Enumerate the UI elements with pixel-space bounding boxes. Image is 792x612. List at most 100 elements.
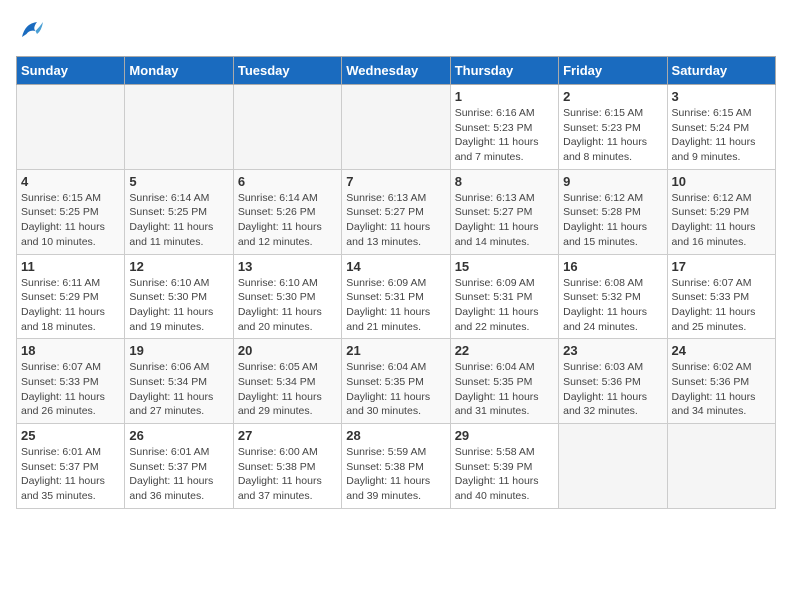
day-cell [17, 85, 125, 170]
week-row-3: 11 Sunrise: 6:11 AM Sunset: 5:29 PM Dayli… [17, 254, 776, 339]
day-number: 5 [129, 174, 228, 189]
day-info: Sunrise: 6:15 AM Sunset: 5:24 PM Dayligh… [672, 106, 771, 165]
day-info: Sunrise: 6:01 AM Sunset: 5:37 PM Dayligh… [21, 445, 120, 504]
day-info: Sunrise: 6:04 AM Sunset: 5:35 PM Dayligh… [346, 360, 445, 419]
day-info: Sunrise: 6:09 AM Sunset: 5:31 PM Dayligh… [455, 276, 554, 335]
day-info: Sunrise: 6:11 AM Sunset: 5:29 PM Dayligh… [21, 276, 120, 335]
logo-icon [16, 16, 46, 46]
day-number: 14 [346, 259, 445, 274]
day-cell: 19 Sunrise: 6:06 AM Sunset: 5:34 PM Dayli… [125, 339, 233, 424]
day-info: Sunrise: 5:58 AM Sunset: 5:39 PM Dayligh… [455, 445, 554, 504]
day-number: 7 [346, 174, 445, 189]
header-cell-tuesday: Tuesday [233, 57, 341, 85]
day-number: 21 [346, 343, 445, 358]
week-row-2: 4 Sunrise: 6:15 AM Sunset: 5:25 PM Daylig… [17, 169, 776, 254]
day-number: 6 [238, 174, 337, 189]
day-cell: 11 Sunrise: 6:11 AM Sunset: 5:29 PM Dayli… [17, 254, 125, 339]
day-cell: 15 Sunrise: 6:09 AM Sunset: 5:31 PM Dayli… [450, 254, 558, 339]
day-number: 29 [455, 428, 554, 443]
day-number: 17 [672, 259, 771, 274]
day-info: Sunrise: 6:02 AM Sunset: 5:36 PM Dayligh… [672, 360, 771, 419]
day-cell: 23Sunrise: 6:03 AM Sunset: 5:36 PM Dayli… [559, 339, 667, 424]
day-number: 19 [129, 343, 228, 358]
day-info: Sunrise: 6:13 AM Sunset: 5:27 PM Dayligh… [455, 191, 554, 250]
header-cell-thursday: Thursday [450, 57, 558, 85]
day-number: 2 [563, 89, 662, 104]
day-cell [233, 85, 341, 170]
day-info: Sunrise: 6:06 AM Sunset: 5:34 PM Dayligh… [129, 360, 228, 419]
day-info: Sunrise: 5:59 AM Sunset: 5:38 PM Dayligh… [346, 445, 445, 504]
day-cell: 20 Sunrise: 6:05 AM Sunset: 5:34 PM Dayli… [233, 339, 341, 424]
day-number: 27 [238, 428, 337, 443]
day-info: Sunrise: 6:14 AM Sunset: 5:25 PM Dayligh… [129, 191, 228, 250]
calendar-body: 1 Sunrise: 6:16 AM Sunset: 5:23 PM Daylig… [17, 85, 776, 509]
day-cell: 17 Sunrise: 6:07 AM Sunset: 5:33 PM Dayli… [667, 254, 775, 339]
day-info: Sunrise: 6:08 AM Sunset: 5:32 PM Dayligh… [563, 276, 662, 335]
day-cell [559, 424, 667, 509]
day-cell: 18 Sunrise: 6:07 AM Sunset: 5:33 PM Dayli… [17, 339, 125, 424]
day-info: Sunrise: 6:10 AM Sunset: 5:30 PM Dayligh… [238, 276, 337, 335]
day-cell: 21 Sunrise: 6:04 AM Sunset: 5:35 PM Dayli… [342, 339, 450, 424]
day-cell: 16 Sunrise: 6:08 AM Sunset: 5:32 PM Dayli… [559, 254, 667, 339]
day-cell: 4 Sunrise: 6:15 AM Sunset: 5:25 PM Daylig… [17, 169, 125, 254]
day-info: Sunrise: 6:12 AM Sunset: 5:28 PM Dayligh… [563, 191, 662, 250]
day-number: 26 [129, 428, 228, 443]
calendar-table: SundayMondayTuesdayWednesdayThursdayFrid… [16, 56, 776, 509]
day-info: Sunrise: 6:14 AM Sunset: 5:26 PM Dayligh… [238, 191, 337, 250]
header-row: SundayMondayTuesdayWednesdayThursdayFrid… [17, 57, 776, 85]
day-number: 16 [563, 259, 662, 274]
day-info: Sunrise: 6:10 AM Sunset: 5:30 PM Dayligh… [129, 276, 228, 335]
day-cell: 1 Sunrise: 6:16 AM Sunset: 5:23 PM Daylig… [450, 85, 558, 170]
day-number: 24 [672, 343, 771, 358]
day-number: 1 [455, 89, 554, 104]
day-number: 15 [455, 259, 554, 274]
day-number: 20 [238, 343, 337, 358]
day-number: 23 [563, 343, 662, 358]
header-cell-wednesday: Wednesday [342, 57, 450, 85]
day-number: 8 [455, 174, 554, 189]
day-number: 4 [21, 174, 120, 189]
day-cell: 26 Sunrise: 6:01 AM Sunset: 5:37 PM Dayli… [125, 424, 233, 509]
day-number: 18 [21, 343, 120, 358]
week-row-4: 18 Sunrise: 6:07 AM Sunset: 5:33 PM Dayli… [17, 339, 776, 424]
day-cell: 14 Sunrise: 6:09 AM Sunset: 5:31 PM Dayli… [342, 254, 450, 339]
day-cell: 13 Sunrise: 6:10 AM Sunset: 5:30 PM Dayli… [233, 254, 341, 339]
day-info: Sunrise: 6:05 AM Sunset: 5:34 PM Dayligh… [238, 360, 337, 419]
week-row-1: 1 Sunrise: 6:16 AM Sunset: 5:23 PM Daylig… [17, 85, 776, 170]
day-cell: 10 Sunrise: 6:12 AM Sunset: 5:29 PM Dayli… [667, 169, 775, 254]
day-number: 10 [672, 174, 771, 189]
day-cell: 3Sunrise: 6:15 AM Sunset: 5:24 PM Daylig… [667, 85, 775, 170]
day-cell: 2Sunrise: 6:15 AM Sunset: 5:23 PM Daylig… [559, 85, 667, 170]
day-info: Sunrise: 6:07 AM Sunset: 5:33 PM Dayligh… [672, 276, 771, 335]
day-info: Sunrise: 6:00 AM Sunset: 5:38 PM Dayligh… [238, 445, 337, 504]
page-header [16, 16, 776, 46]
day-number: 11 [21, 259, 120, 274]
header-cell-monday: Monday [125, 57, 233, 85]
day-number: 22 [455, 343, 554, 358]
day-info: Sunrise: 6:01 AM Sunset: 5:37 PM Dayligh… [129, 445, 228, 504]
week-row-5: 25Sunrise: 6:01 AM Sunset: 5:37 PM Dayli… [17, 424, 776, 509]
day-cell: 12Sunrise: 6:10 AM Sunset: 5:30 PM Dayli… [125, 254, 233, 339]
day-cell: 9Sunrise: 6:12 AM Sunset: 5:28 PM Daylig… [559, 169, 667, 254]
day-info: Sunrise: 6:09 AM Sunset: 5:31 PM Dayligh… [346, 276, 445, 335]
day-cell [342, 85, 450, 170]
day-cell: 27 Sunrise: 6:00 AM Sunset: 5:38 PM Dayli… [233, 424, 341, 509]
day-cell: 28 Sunrise: 5:59 AM Sunset: 5:38 PM Dayli… [342, 424, 450, 509]
day-cell: 24 Sunrise: 6:02 AM Sunset: 5:36 PM Dayli… [667, 339, 775, 424]
day-cell: 8 Sunrise: 6:13 AM Sunset: 5:27 PM Daylig… [450, 169, 558, 254]
day-cell: 5 Sunrise: 6:14 AM Sunset: 5:25 PM Daylig… [125, 169, 233, 254]
day-number: 13 [238, 259, 337, 274]
day-cell [667, 424, 775, 509]
header-cell-friday: Friday [559, 57, 667, 85]
day-cell: 22 Sunrise: 6:04 AM Sunset: 5:35 PM Dayli… [450, 339, 558, 424]
day-cell: 7 Sunrise: 6:13 AM Sunset: 5:27 PM Daylig… [342, 169, 450, 254]
day-info: Sunrise: 6:12 AM Sunset: 5:29 PM Dayligh… [672, 191, 771, 250]
day-info: Sunrise: 6:07 AM Sunset: 5:33 PM Dayligh… [21, 360, 120, 419]
day-number: 28 [346, 428, 445, 443]
day-info: Sunrise: 6:13 AM Sunset: 5:27 PM Dayligh… [346, 191, 445, 250]
day-info: Sunrise: 6:15 AM Sunset: 5:25 PM Dayligh… [21, 191, 120, 250]
header-cell-saturday: Saturday [667, 57, 775, 85]
header-cell-sunday: Sunday [17, 57, 125, 85]
day-info: Sunrise: 6:16 AM Sunset: 5:23 PM Dayligh… [455, 106, 554, 165]
day-info: Sunrise: 6:04 AM Sunset: 5:35 PM Dayligh… [455, 360, 554, 419]
